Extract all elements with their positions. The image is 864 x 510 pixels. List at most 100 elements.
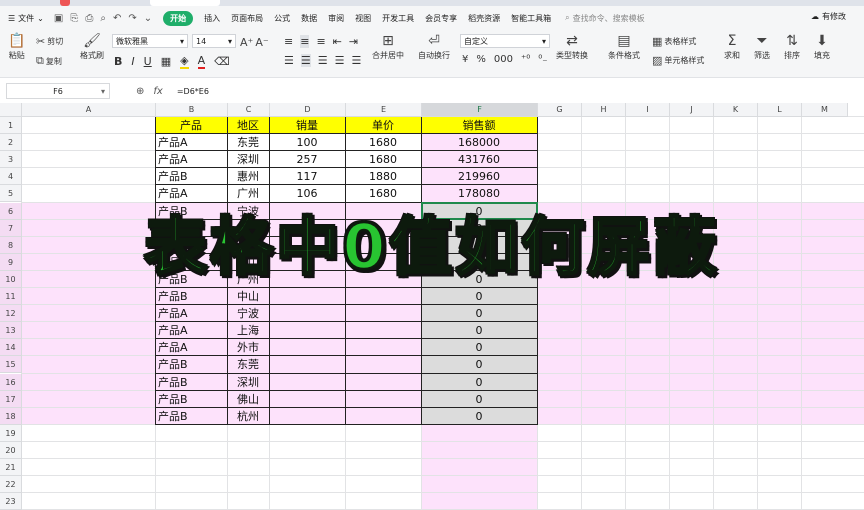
- table-cell[interactable]: 深圳: [228, 374, 268, 391]
- undo-icon[interactable]: ↶: [113, 13, 121, 24]
- table-cell[interactable]: [270, 305, 344, 322]
- corner-select-all[interactable]: [0, 103, 22, 117]
- column-header-l[interactable]: L: [758, 103, 802, 117]
- export-icon[interactable]: ⎘: [70, 13, 78, 24]
- paste-button[interactable]: 📋 粘贴: [8, 33, 25, 61]
- table-cell[interactable]: 0: [422, 356, 536, 373]
- row-header-20[interactable]: 20: [0, 441, 22, 459]
- font-color-icon[interactable]: A: [197, 54, 206, 69]
- table-cell[interactable]: 0: [422, 339, 536, 356]
- indent-increase-icon[interactable]: ⇥: [349, 35, 358, 48]
- header-cell[interactable]: 地区: [228, 117, 268, 134]
- table-cell[interactable]: 外市: [228, 339, 268, 356]
- row-header-16[interactable]: 16: [0, 373, 22, 391]
- cut-button[interactable]: ✂ 剪切: [36, 35, 63, 48]
- auto-wrap-button[interactable]: ⏎ 自动换行: [418, 33, 450, 61]
- column-header-g[interactable]: G: [538, 103, 582, 117]
- table-cell[interactable]: [346, 374, 420, 391]
- name-box[interactable]: F6 ▾: [6, 83, 110, 99]
- menu-view[interactable]: 视图: [355, 13, 371, 24]
- table-cell[interactable]: 产品A: [156, 339, 226, 356]
- file-menu[interactable]: ☰ 文件 ⌄: [8, 13, 44, 24]
- table-cell[interactable]: 1680: [346, 134, 420, 151]
- menu-home[interactable]: 开始: [163, 10, 194, 26]
- menu-formulas[interactable]: 公式: [274, 13, 290, 24]
- row-header-21[interactable]: 21: [0, 459, 22, 477]
- table-style-button[interactable]: ▦ 表格样式: [652, 35, 696, 48]
- menu-review[interactable]: 审阅: [328, 13, 344, 24]
- redo-icon[interactable]: ↷: [128, 13, 136, 24]
- header-cell[interactable]: 销量: [270, 117, 344, 134]
- table-cell[interactable]: 产品B: [156, 168, 226, 185]
- font-size-buttons[interactable]: A⁺ A⁻: [240, 36, 269, 49]
- align-bottom-icon[interactable]: ≡: [316, 35, 325, 48]
- table-cell[interactable]: 深圳: [228, 151, 268, 168]
- table-cell[interactable]: 产品B: [156, 391, 226, 408]
- table-cell[interactable]: 0: [422, 391, 536, 408]
- fill-color-icon[interactable]: ◈: [180, 54, 189, 69]
- column-header-a[interactable]: A: [22, 103, 156, 117]
- row-header-15[interactable]: 15: [0, 356, 22, 374]
- column-header-j[interactable]: J: [670, 103, 714, 117]
- row-header-19[interactable]: 19: [0, 424, 22, 442]
- table-cell[interactable]: 产品B: [156, 408, 226, 425]
- chevron-down-icon[interactable]: ⌄: [144, 13, 152, 24]
- table-cell[interactable]: [270, 339, 344, 356]
- border-icon[interactable]: ▦: [161, 55, 171, 68]
- table-cell[interactable]: [346, 408, 420, 425]
- align-right-icon[interactable]: ☰: [318, 54, 328, 67]
- clear-format-icon[interactable]: ⌫: [214, 55, 230, 68]
- table-cell[interactable]: 产品A: [156, 134, 226, 151]
- justify-icon[interactable]: ☰: [335, 54, 345, 67]
- fx-icon[interactable]: fx: [153, 86, 162, 97]
- type-convert-button[interactable]: ⇄ 类型转换: [556, 33, 588, 61]
- table-cell[interactable]: 0: [422, 408, 536, 425]
- column-header-d[interactable]: D: [270, 103, 346, 117]
- table-cell[interactable]: 惠州: [228, 168, 268, 185]
- row-header-11[interactable]: 11: [0, 288, 22, 306]
- fill-button[interactable]: ⬇ 填充: [814, 33, 830, 61]
- row-header-23[interactable]: 23: [0, 493, 22, 510]
- increase-decimal-icon[interactable]: ⁺⁰: [521, 54, 530, 65]
- row-header-3[interactable]: 3: [0, 151, 22, 169]
- table-cell[interactable]: 产品A: [156, 151, 226, 168]
- header-cell[interactable]: 产品: [156, 117, 226, 134]
- indent-decrease-icon[interactable]: ⇤: [333, 35, 342, 48]
- table-cell[interactable]: 0: [422, 322, 536, 339]
- underline-button[interactable]: U: [144, 55, 152, 68]
- row-header-14[interactable]: 14: [0, 339, 22, 357]
- align-middle-icon[interactable]: ≡: [300, 35, 310, 48]
- formula-input[interactable]: =D6*E6: [177, 87, 209, 96]
- table-cell[interactable]: 0: [422, 305, 536, 322]
- table-cell[interactable]: [270, 408, 344, 425]
- row-header-18[interactable]: 18: [0, 407, 22, 425]
- menu-insert[interactable]: 插入: [204, 13, 220, 24]
- row-header-1[interactable]: 1: [0, 117, 22, 135]
- table-cell[interactable]: 257: [270, 151, 344, 168]
- currency-icon[interactable]: ¥: [462, 54, 468, 65]
- table-cell[interactable]: 431760: [422, 151, 536, 168]
- header-cell[interactable]: 销售额: [422, 117, 536, 134]
- table-cell[interactable]: 佛山: [228, 391, 268, 408]
- row-header-4[interactable]: 4: [0, 168, 22, 186]
- row-header-22[interactable]: 22: [0, 476, 22, 494]
- row-header-2[interactable]: 2: [0, 134, 22, 152]
- preview-icon[interactable]: ⌕: [100, 13, 106, 24]
- table-cell[interactable]: [346, 322, 420, 339]
- merge-center-button[interactable]: ⊞ 合并居中: [372, 33, 404, 61]
- bold-button[interactable]: B: [114, 55, 122, 68]
- table-cell[interactable]: 0: [422, 374, 536, 391]
- table-cell[interactable]: [270, 356, 344, 373]
- align-top-icon[interactable]: ≡: [284, 35, 293, 48]
- column-header-i[interactable]: I: [626, 103, 670, 117]
- decrease-decimal-icon[interactable]: ⁰₋: [538, 54, 547, 65]
- column-header-h[interactable]: H: [582, 103, 626, 117]
- table-cell[interactable]: 中山: [228, 288, 268, 305]
- table-cell[interactable]: [270, 288, 344, 305]
- menu-page-layout[interactable]: 页面布局: [231, 13, 263, 24]
- table-cell[interactable]: 宁波: [228, 305, 268, 322]
- collab-status[interactable]: ☁ 有修改: [811, 11, 846, 22]
- table-cell[interactable]: 东莞: [228, 134, 268, 151]
- zoom-icon[interactable]: ⊕: [136, 86, 144, 97]
- table-cell[interactable]: [346, 305, 420, 322]
